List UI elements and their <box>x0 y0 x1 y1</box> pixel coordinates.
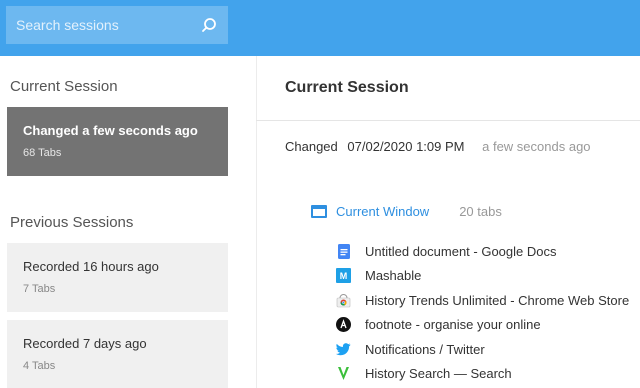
chrome-web-store-icon <box>336 293 351 308</box>
tab-item[interactable]: History Search — Search <box>336 362 629 387</box>
changed-datetime: 07/02/2020 1:09 PM <box>347 139 465 154</box>
page-title: Current Session <box>285 79 409 96</box>
tab-list: Untitled document - Google Docs M Mashab… <box>336 239 629 386</box>
session-card-title: Recorded 7 days ago <box>23 336 147 351</box>
changed-info: Changed 07/02/2020 1:09 PM a few seconds… <box>285 139 591 154</box>
tab-item[interactable]: History Trends Unlimited - Chrome Web St… <box>336 288 629 313</box>
window-icon <box>311 205 327 218</box>
tab-item[interactable]: footnote - organise your online <box>336 313 629 338</box>
tab-title[interactable]: History Trends Unlimited - Chrome Web St… <box>365 293 629 308</box>
search-box[interactable] <box>6 6 228 44</box>
search-icon[interactable] <box>200 16 218 34</box>
tab-item[interactable]: Notifications / Twitter <box>336 337 629 362</box>
tab-title[interactable]: History Search — Search <box>365 366 512 381</box>
current-session-heading: Current Session <box>10 78 118 95</box>
window-header[interactable]: Current Window 20 tabs <box>311 204 502 219</box>
history-search-icon <box>336 366 351 381</box>
tab-title[interactable]: Notifications / Twitter <box>365 342 485 357</box>
session-card-tabs-count: 68 Tabs <box>23 147 62 159</box>
session-card-tabs-count: 7 Tabs <box>23 283 56 295</box>
sidebar-divider <box>256 56 257 388</box>
window-label[interactable]: Current Window <box>336 204 429 219</box>
window-tab-count: 20 tabs <box>459 204 502 219</box>
tab-title[interactable]: Mashable <box>365 268 421 283</box>
svg-text:M: M <box>340 271 348 281</box>
previous-session-card[interactable]: Recorded 16 hours ago 7 Tabs <box>7 243 228 312</box>
header-divider <box>256 120 640 121</box>
mashable-icon: M <box>336 268 351 284</box>
session-card-tabs-count: 4 Tabs <box>23 360 56 372</box>
session-card-title: Recorded 16 hours ago <box>23 259 159 274</box>
search-input[interactable] <box>16 17 186 33</box>
previous-session-card[interactable]: Recorded 7 days ago 4 Tabs <box>7 320 228 388</box>
tab-item[interactable]: Untitled document - Google Docs <box>336 239 629 264</box>
sidebar: Current Session Changed a few seconds ag… <box>0 56 256 388</box>
current-session-card[interactable]: Changed a few seconds ago 68 Tabs <box>7 107 228 176</box>
twitter-icon <box>336 342 351 357</box>
changed-relative: a few seconds ago <box>482 139 591 154</box>
session-card-title: Changed a few seconds ago <box>23 123 198 138</box>
footnote-icon <box>336 317 351 333</box>
tab-title[interactable]: footnote - organise your online <box>365 317 541 332</box>
google-docs-icon <box>336 243 351 259</box>
top-bar <box>0 0 640 56</box>
tab-item[interactable]: M Mashable <box>336 264 629 289</box>
previous-sessions-heading: Previous Sessions <box>10 214 134 231</box>
changed-label: Changed <box>285 139 338 154</box>
tab-title[interactable]: Untitled document - Google Docs <box>365 244 556 259</box>
